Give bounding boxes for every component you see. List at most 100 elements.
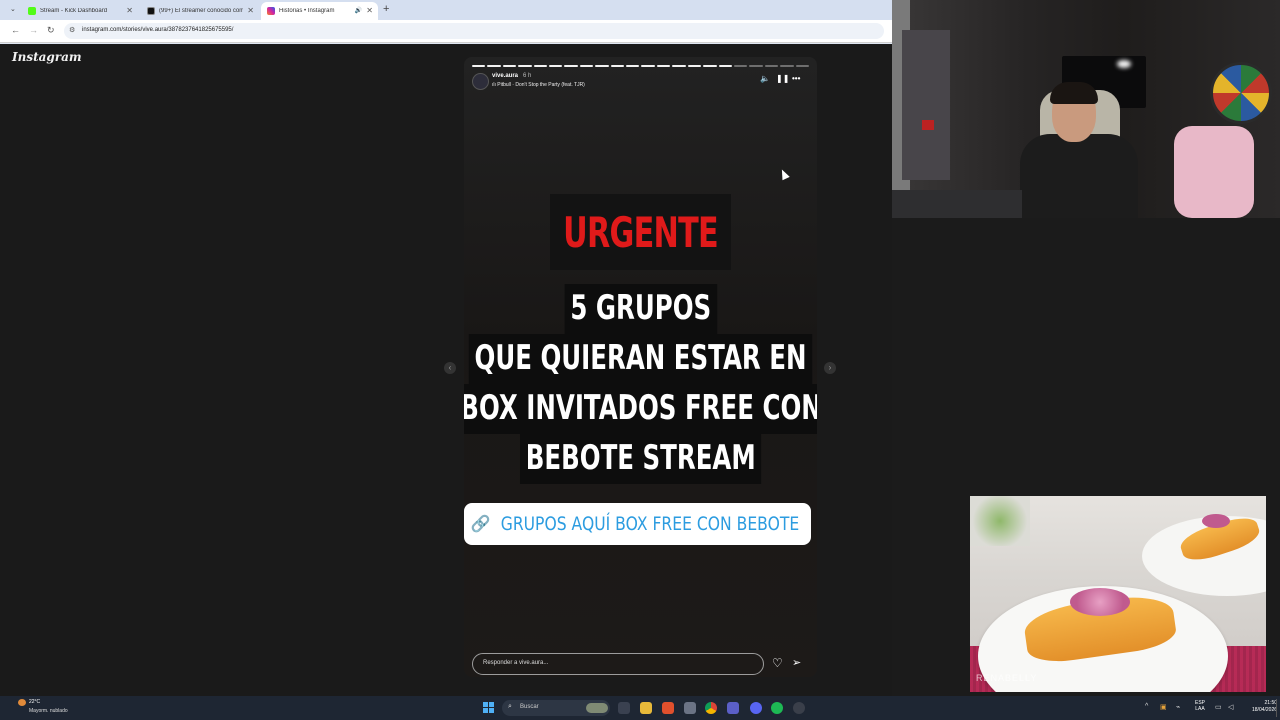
task-view-icon[interactable] xyxy=(618,702,630,714)
food-garnish xyxy=(970,496,1030,546)
heart-icon[interactable]: ♡ xyxy=(772,656,783,670)
tab-kick-dashboard[interactable]: Stream - Kick Dashboard ✕ xyxy=(22,2,138,20)
story-progress-segment xyxy=(579,65,594,67)
screen: ⌄ Stream - Kick Dashboard ✕ (99+) El str… xyxy=(0,0,1280,720)
story-progress-segment xyxy=(703,65,717,67)
story-progress-segment xyxy=(718,65,732,67)
headline-line: QUE QUIERAN ESTAR EN xyxy=(469,334,813,384)
prev-story-icon[interactable]: ‹ xyxy=(444,362,456,374)
close-icon[interactable]: ✕ xyxy=(366,6,373,15)
urgent-text: URGENTE xyxy=(563,207,719,257)
tab-search-icon[interactable]: ⌄ xyxy=(10,5,16,13)
teams-icon[interactable] xyxy=(727,702,739,714)
story-progress-segment xyxy=(549,65,563,67)
next-story-icon[interactable]: › xyxy=(824,362,836,374)
volume-icon[interactable]: ◁ xyxy=(1228,703,1233,711)
story-progress-segment xyxy=(687,65,702,67)
windows-taskbar: 22°C Mayorm. nublado ⌕ Buscar ^ ▣ ⌁ ESP L… xyxy=(0,696,1280,720)
story-progress-bar xyxy=(472,65,809,67)
url-text: instagram.com/stories/vive.aura/38782376… xyxy=(82,27,234,33)
instagram-logo[interactable]: Instagram xyxy=(12,50,82,64)
instagram-icon xyxy=(267,7,275,15)
weather-icon[interactable] xyxy=(18,699,26,706)
story-progress-segment xyxy=(518,65,532,67)
story-song[interactable]: ılı Pitbull · Don't Stop the Party (feat… xyxy=(492,82,585,88)
story-username[interactable]: vive.aura xyxy=(492,73,518,79)
link-icon: 🔗 xyxy=(470,516,491,533)
close-icon[interactable]: ✕ xyxy=(247,6,254,15)
headline-line: BEBOTE STREAM xyxy=(520,434,762,484)
app-icon[interactable] xyxy=(684,702,696,714)
tab-strip: ⌄ Stream - Kick Dashboard ✕ (99+) El str… xyxy=(0,0,892,20)
clock-date: 18/04/2026 xyxy=(1252,707,1278,713)
system-clock[interactable]: 21:50 18/04/2026 xyxy=(1252,700,1277,714)
pause-icon[interactable]: ❚❚ xyxy=(776,74,789,83)
kick-icon xyxy=(28,7,36,15)
address-bar[interactable]: ⚙ instagram.com/stories/vive.aura/387823… xyxy=(64,23,884,39)
tab-label: (99+) El streamer conocido com xyxy=(159,8,243,14)
food-image-overlay: RENABELLY xyxy=(970,496,1266,692)
reload-icon[interactable]: ↻ xyxy=(47,25,55,36)
brave-icon[interactable] xyxy=(662,702,674,714)
story-progress-segment xyxy=(641,65,655,67)
weather-desc[interactable]: Mayorm. nublado xyxy=(29,708,68,714)
headline-line: 5 GRUPOS xyxy=(564,284,718,334)
windows-start-icon[interactable] xyxy=(483,702,494,713)
language-indicator[interactable]: ESP LAA xyxy=(1195,700,1205,712)
monitor-icon[interactable]: ▭ xyxy=(1215,703,1222,711)
search-highlight-icon xyxy=(586,703,608,713)
story-progress-segment xyxy=(626,65,640,67)
tray-app-icon[interactable]: ▣ xyxy=(1160,703,1167,711)
link-sticker[interactable]: 🔗 GRUPOS AQUÍ BOX FREE CON BEBOTE xyxy=(464,503,811,545)
taskbar-search[interactable]: ⌕ Buscar xyxy=(502,700,610,716)
reply-input[interactable]: Responder a vive.aura... xyxy=(472,653,764,675)
streamer-hair xyxy=(1050,82,1098,104)
forward-icon[interactable]: → xyxy=(29,25,38,35)
browser-window: ⌄ Stream - Kick Dashboard ✕ (99+) El str… xyxy=(0,0,892,44)
search-placeholder: Buscar xyxy=(520,704,539,710)
story-progress-segment xyxy=(472,65,486,67)
back-icon[interactable]: ← xyxy=(11,25,20,35)
desk xyxy=(892,190,1022,218)
story-progress-segment xyxy=(764,65,779,67)
streamer-body xyxy=(1020,134,1138,218)
story-progress-segment xyxy=(749,65,763,67)
spotify-icon[interactable] xyxy=(771,702,783,714)
story-progress-segment xyxy=(502,65,517,67)
speaker-icon[interactable]: 🔊 xyxy=(355,7,362,14)
tab-tiktok[interactable]: (99+) El streamer conocido com ✕ xyxy=(141,2,259,20)
prize-wheel xyxy=(1210,62,1272,124)
link-sticker-text: GRUPOS AQUÍ BOX FREE CON BEBOTE xyxy=(501,513,800,535)
browser-toolbar: ← → ↻ ⚙ instagram.com/stories/vive.aura/… xyxy=(0,20,892,43)
obs-icon[interactable] xyxy=(793,702,805,714)
tab-label: Stream - Kick Dashboard xyxy=(40,8,108,14)
story-headline: 5 GRUPOS QUE QUIERAN ESTAR EN BOX INVITA… xyxy=(464,284,817,484)
more-icon[interactable]: ••• xyxy=(792,74,800,83)
tab-label: Historias • Instagram xyxy=(279,8,335,14)
instagram-stories-page: Instagram ‹ › vive.aura 6 h ılı Pitbull … xyxy=(0,44,892,696)
avatar[interactable] xyxy=(472,73,489,90)
story-progress-segment xyxy=(487,65,501,67)
show-desktop-button[interactable] xyxy=(1276,699,1277,717)
mute-icon[interactable]: 🔈 xyxy=(760,74,770,83)
new-tab-icon[interactable]: + xyxy=(383,3,389,15)
tab-instagram[interactable]: Historias • Instagram 🔊 ✕ xyxy=(261,2,378,20)
network-icon[interactable]: ⌁ xyxy=(1176,703,1180,711)
weather-temp[interactable]: 22°C xyxy=(29,699,40,705)
lang-secondary: LAA xyxy=(1195,706,1205,712)
shelf-item xyxy=(922,120,934,130)
discord-icon[interactable] xyxy=(750,702,762,714)
story-viewer[interactable]: vive.aura 6 h ılı Pitbull · Don't Stop t… xyxy=(464,57,817,677)
close-icon[interactable]: ✕ xyxy=(126,6,133,15)
story-progress-segment xyxy=(533,65,548,67)
send-icon[interactable]: ➢ xyxy=(792,656,801,669)
file-explorer-icon[interactable] xyxy=(640,702,652,714)
onion-salsa xyxy=(1070,588,1130,616)
chevron-up-icon[interactable]: ^ xyxy=(1145,703,1148,710)
site-info-icon[interactable]: ⚙ xyxy=(69,26,75,34)
story-progress-segment xyxy=(656,65,671,67)
story-progress-segment xyxy=(564,65,578,67)
shelf xyxy=(902,30,950,180)
story-progress-segment xyxy=(780,65,794,67)
chrome-icon[interactable] xyxy=(705,702,717,714)
